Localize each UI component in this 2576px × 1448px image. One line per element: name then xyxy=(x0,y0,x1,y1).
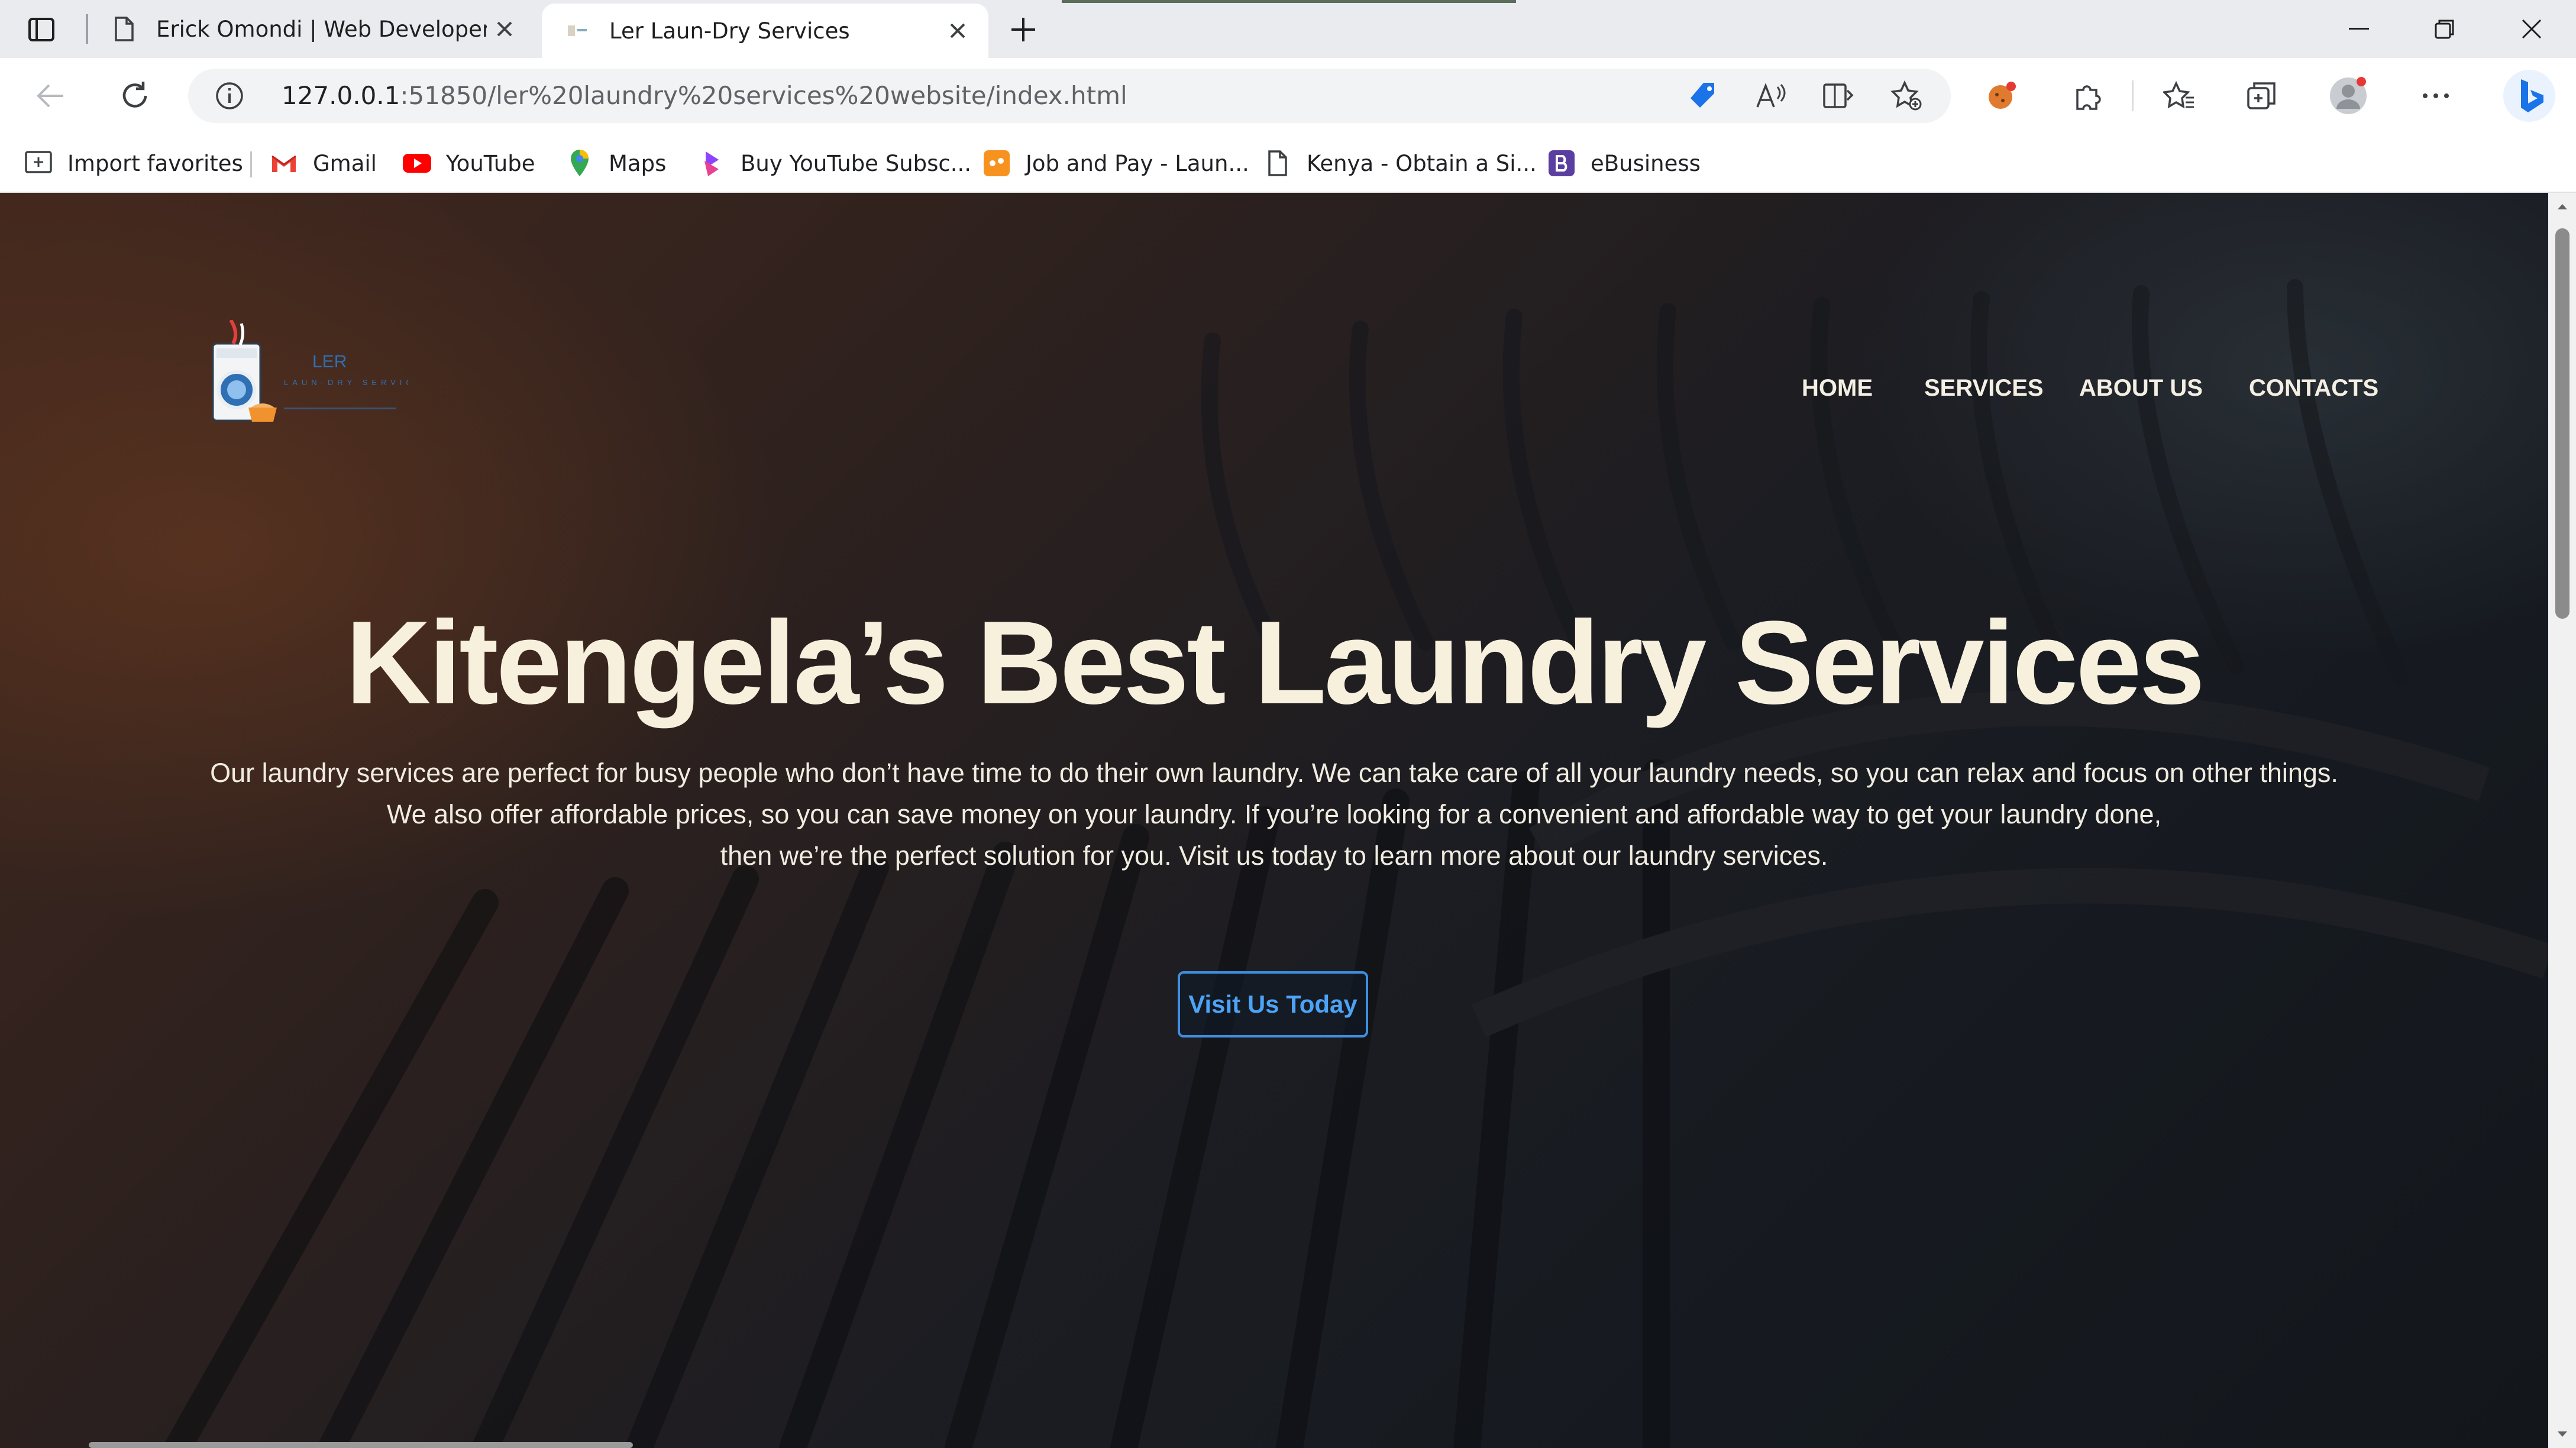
add-favorite-icon[interactable] xyxy=(1889,78,1924,114)
close-icon xyxy=(2522,19,2542,39)
maps-icon xyxy=(565,148,594,178)
ler-laundry-logo[interactable]: LER LAUN-DRY SERVICES xyxy=(207,320,408,438)
more-options-icon[interactable] xyxy=(2415,75,2457,117)
job-icon xyxy=(982,148,1011,178)
bookmark-gmail[interactable]: Gmail xyxy=(269,134,377,193)
logo-tagline: LAUN-DRY SERVICES xyxy=(284,378,408,387)
tab-title: Erick Omondi | Web Developer xyxy=(156,16,487,42)
bookmark-label: Import favorites xyxy=(67,150,243,176)
nav-about-us[interactable]: ABOUT US xyxy=(2079,370,2203,406)
restore-icon xyxy=(2435,20,2454,39)
url-path: :51850/ler%20laundry%20services%20websit… xyxy=(400,81,1127,110)
bookmark-label: eBusiness xyxy=(1591,150,1701,176)
bookmark-job-and-pay[interactable]: Job and Pay - Laun... xyxy=(982,134,1249,193)
hero-description-line-1: Our laundry services are perfect for bus… xyxy=(210,758,2338,788)
minimize-icon xyxy=(2349,28,2369,30)
visit-us-today-button[interactable]: Visit Us Today xyxy=(1178,971,1368,1037)
hero-description-line-3: then we’re the perfect solution for you.… xyxy=(720,841,1828,871)
loading-indicator xyxy=(1062,0,1516,3)
hero-title: Kitengela’s Best Laundry Services xyxy=(345,597,2205,729)
plus-icon xyxy=(1011,18,1035,41)
logo-wordmark: LER xyxy=(312,352,347,371)
profile-avatar[interactable] xyxy=(2327,75,2370,117)
page-icon xyxy=(1263,148,1292,178)
nav-services[interactable]: SERVICES xyxy=(1924,370,2044,406)
tab-bar: Erick Omondi | Web Developer Ler Laun-Dr… xyxy=(0,0,2576,58)
subscribe-icon xyxy=(697,148,726,178)
refresh-button[interactable] xyxy=(114,75,156,117)
site-favicon xyxy=(563,17,592,45)
back-button[interactable] xyxy=(30,75,72,117)
tab-ler-laundry[interactable]: Ler Laun-Dry Services xyxy=(542,4,988,58)
extensions-icon[interactable] xyxy=(2067,75,2109,117)
bookmark-label: Maps xyxy=(609,150,667,176)
close-window-button[interactable] xyxy=(2487,0,2576,58)
page-icon xyxy=(110,15,138,43)
bookmark-separator xyxy=(250,151,252,177)
close-tab-icon[interactable] xyxy=(940,13,975,49)
collections-icon[interactable] xyxy=(2241,75,2283,117)
refresh-icon xyxy=(122,82,147,108)
bookmark-label: Buy YouTube Subsc... xyxy=(741,150,972,176)
tab-title: Ler Laun-Dry Services xyxy=(609,18,850,44)
url-host: 127.0.0.1 xyxy=(282,81,400,110)
scrollbar-thumb[interactable] xyxy=(2555,228,2569,619)
bookmark-label: Job and Pay - Laun... xyxy=(1026,150,1249,176)
hero-description-line-2: We also offer affordable prices, so you … xyxy=(386,799,2162,829)
bookmark-import-favorites[interactable]: Import favorites xyxy=(24,134,243,193)
address-bar[interactable]: 127.0.0.1:51850/ler%20laundry%20services… xyxy=(188,69,1951,123)
import-icon xyxy=(24,148,53,178)
tab-erick-omondi[interactable]: Erick Omondi | Web Developer xyxy=(89,0,535,58)
favorites-icon[interactable] xyxy=(2158,75,2200,117)
bookmarks-bar: Import favorites Gmail YouTube Maps Buy … xyxy=(0,134,2576,193)
site-info-icon[interactable] xyxy=(212,78,247,114)
bookmark-kenya-obtain[interactable]: Kenya - Obtain a Si... xyxy=(1263,134,1537,193)
page-viewport: LER LAUN-DRY SERVICES HOME SERVICES ABOU… xyxy=(0,193,2548,1448)
url-text[interactable]: 127.0.0.1:51850/ler%20laundry%20services… xyxy=(282,69,1127,123)
vertical-scrollbar[interactable] xyxy=(2548,193,2576,1448)
gmail-icon xyxy=(269,148,299,178)
restore-button[interactable] xyxy=(2400,0,2489,58)
tab-actions-button[interactable] xyxy=(25,13,58,46)
bing-copilot-icon[interactable] xyxy=(2502,69,2556,123)
new-tab-button[interactable] xyxy=(1006,12,1041,47)
bookmark-youtube[interactable]: YouTube xyxy=(402,134,535,193)
close-tab-icon[interactable] xyxy=(487,11,522,47)
immersive-reader-icon[interactable] xyxy=(1821,78,1856,114)
tab-actions-icon xyxy=(28,18,54,41)
scroll-down-arrow-icon[interactable] xyxy=(2548,1421,2576,1448)
bookmark-ebusiness[interactable]: eBusiness xyxy=(1547,134,1701,193)
read-aloud-icon[interactable] xyxy=(1753,78,1788,114)
nav-home[interactable]: HOME xyxy=(1802,370,1873,406)
bookmark-maps[interactable]: Maps xyxy=(565,134,666,193)
scroll-up-arrow-icon[interactable] xyxy=(2548,193,2576,220)
bookmark-label: Gmail xyxy=(313,150,377,176)
toolbar-separator xyxy=(2132,80,2134,111)
youtube-icon xyxy=(402,148,432,178)
nav-contacts[interactable]: CONTACTS xyxy=(2249,370,2378,406)
back-arrow-icon xyxy=(37,84,63,108)
shopping-tag-icon[interactable] xyxy=(1685,78,1720,114)
bookmark-buy-youtube-subs[interactable]: Buy YouTube Subsc... xyxy=(697,134,971,193)
ebusiness-icon xyxy=(1547,148,1576,178)
bookmark-label: YouTube xyxy=(446,150,535,176)
extension-cookie-icon[interactable] xyxy=(1980,75,2023,117)
browser-toolbar: 127.0.0.1:51850/ler%20laundry%20services… xyxy=(0,58,2576,134)
horizontal-scrollbar-thumb[interactable] xyxy=(89,1442,633,1448)
bookmark-label: Kenya - Obtain a Si... xyxy=(1307,150,1537,176)
tab-separator xyxy=(86,14,88,44)
minimize-button[interactable] xyxy=(2315,0,2403,58)
